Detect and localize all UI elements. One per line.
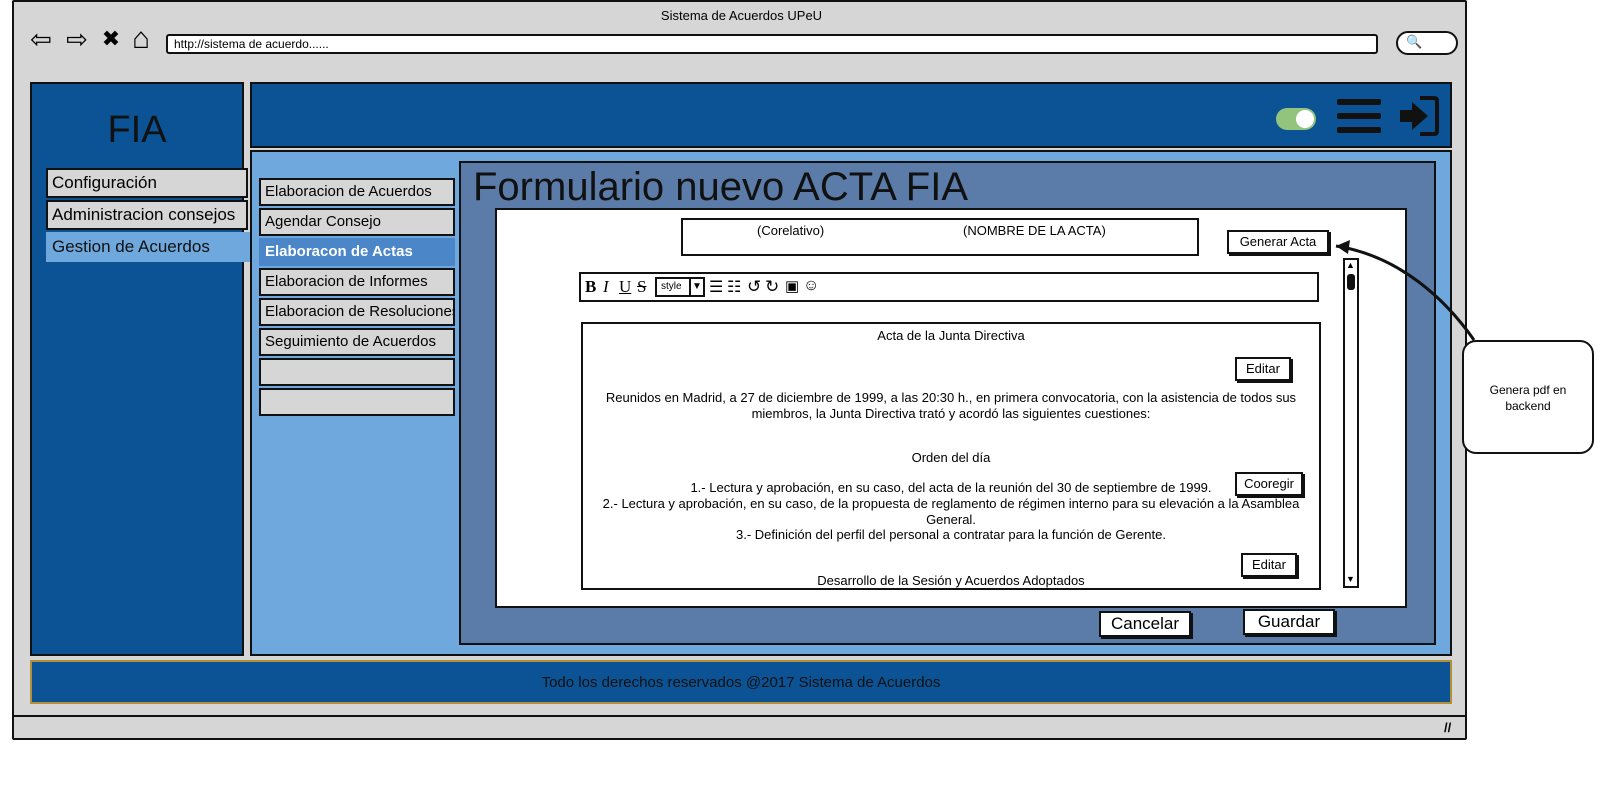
- status-bar-divider: [14, 715, 1465, 717]
- annotation-callout: Genera pdf en backend: [1462, 340, 1594, 454]
- bold-button[interactable]: B: [585, 277, 596, 297]
- document-paragraph: Reunidos en Madrid, a 27 de diciembre de…: [605, 390, 1297, 405]
- footer-text: Todo los derechos reservados @2017 Siste…: [541, 674, 941, 691]
- back-arrow-icon[interactable]: ⇦: [26, 24, 56, 54]
- toggle-knob: [1296, 110, 1314, 128]
- acta-title-box[interactable]: (Corelativo) (NOMBRE DE LA ACTA): [681, 218, 1199, 256]
- search-box[interactable]: 🔍: [1396, 31, 1458, 55]
- agenda-item: 2.- Lectura y aprobación, en su caso, de…: [602, 496, 1300, 511]
- undo-icon[interactable]: ↺: [747, 277, 761, 297]
- forward-arrow-icon[interactable]: ⇨: [62, 24, 92, 54]
- submenu-item-empty[interactable]: [259, 358, 455, 386]
- sidebar-item-gestion-acuerdos[interactable]: Gestion de Acuerdos: [46, 232, 258, 262]
- editor-toolbar: B I U S style ▼ ☰ ☷ ↺ ↻ ▣ ☺: [579, 272, 1319, 302]
- emoji-icon[interactable]: ☺: [803, 277, 819, 295]
- submenu-item-agendar-consejo[interactable]: Agendar Consejo: [259, 208, 455, 236]
- edit-button[interactable]: Editar: [1241, 553, 1297, 577]
- form-body: (Corelativo) (NOMBRE DE LA ACTA) Generar…: [495, 208, 1407, 608]
- scrollbar[interactable]: ▲ ▼: [1343, 258, 1359, 588]
- agenda-heading: Orden del día: [911, 450, 991, 465]
- scroll-up-icon[interactable]: ▲: [1346, 260, 1355, 270]
- document-heading: Acta de la Junta Directiva: [877, 328, 1025, 343]
- content-area: Elaboracion de Acuerdos Agendar Consejo …: [250, 150, 1452, 656]
- bullet-list-icon[interactable]: ☰: [709, 277, 723, 297]
- submenu-item-elaboracion-resoluciones[interactable]: Elaboracion de Resoluciones: [259, 298, 455, 326]
- hamburger-menu-icon[interactable]: [1337, 97, 1381, 135]
- resize-handle-icon[interactable]: //: [1444, 720, 1451, 735]
- edit-button[interactable]: Editar: [1235, 357, 1291, 381]
- style-select-value: style: [661, 281, 682, 292]
- development-heading: Desarrollo de la Sesión y Acuerdos Adopt…: [817, 573, 1085, 588]
- save-button[interactable]: Guardar: [1243, 609, 1335, 635]
- image-icon[interactable]: ▣: [785, 277, 799, 295]
- agenda-item: 3.- Definición del perfil del personal a…: [736, 527, 1166, 542]
- toggle-switch[interactable]: [1276, 108, 1316, 130]
- home-icon[interactable]: ⌂: [126, 24, 156, 54]
- underline-button[interactable]: U: [619, 277, 631, 297]
- numbered-list-icon[interactable]: ☷: [727, 277, 741, 297]
- redo-icon[interactable]: ↻: [765, 277, 779, 297]
- logout-icon[interactable]: [1396, 94, 1440, 138]
- acta-name-field: (NOMBRE DE LA ACTA): [963, 223, 1106, 238]
- submenu-item-elaboracion-acuerdos[interactable]: Elaboracion de Acuerdos: [259, 178, 455, 206]
- menu-bar: [1337, 113, 1381, 119]
- document-paragraph: miembros, la Junta Directiva trató y aco…: [751, 406, 1151, 421]
- sidebar-item-configuracion[interactable]: Configuración: [46, 168, 248, 198]
- window-title: Sistema de Acuerdos UPeU: [660, 8, 823, 23]
- sidebar-item-administracion-consejos[interactable]: Administracion consejos: [46, 200, 248, 230]
- agenda-item: General.: [926, 512, 976, 527]
- menu-bar: [1337, 127, 1381, 133]
- italic-button[interactable]: I: [603, 277, 609, 297]
- page-footer: Todo los derechos reservados @2017 Siste…: [30, 660, 1452, 704]
- correct-button[interactable]: Cooregir: [1235, 472, 1303, 496]
- app-logo: FIA: [107, 109, 167, 151]
- submenu-item-elaboracion-informes[interactable]: Elaboracion de Informes: [259, 268, 455, 296]
- acta-form-panel: Formulario nuevo ACTA FIA (Corelativo) (…: [459, 161, 1436, 645]
- generate-acta-button[interactable]: Generar Acta: [1227, 230, 1329, 254]
- search-icon: 🔍: [1406, 34, 1423, 49]
- submenu-item-empty[interactable]: [259, 388, 455, 416]
- url-bar[interactable]: http://sistema de acuerdo......: [166, 34, 1378, 54]
- agenda-item: 1.- Lectura y aprobación, en su caso, de…: [690, 480, 1212, 495]
- correlative-field: (Corelativo): [757, 223, 825, 238]
- menu-bar: [1337, 99, 1381, 105]
- cancel-button[interactable]: Cancelar: [1099, 611, 1191, 637]
- style-select[interactable]: style ▼: [655, 277, 705, 297]
- document-editor[interactable]: Acta de la Junta Directiva Reunidos en M…: [581, 322, 1321, 590]
- chevron-down-icon[interactable]: ▼: [689, 279, 703, 295]
- close-x-icon[interactable]: ✖: [96, 24, 126, 54]
- form-title: Formulario nuevo ACTA FIA: [473, 165, 968, 209]
- top-header: [250, 82, 1452, 148]
- submenu-item-seguimiento-acuerdos[interactable]: Seguimiento de Acuerdos: [259, 328, 455, 356]
- strikethrough-button[interactable]: S: [637, 277, 646, 297]
- submenu-item-elaboracion-actas[interactable]: Elaboracon de Actas: [259, 238, 455, 266]
- scroll-down-icon[interactable]: ▼: [1346, 574, 1355, 584]
- scroll-thumb[interactable]: [1347, 274, 1355, 290]
